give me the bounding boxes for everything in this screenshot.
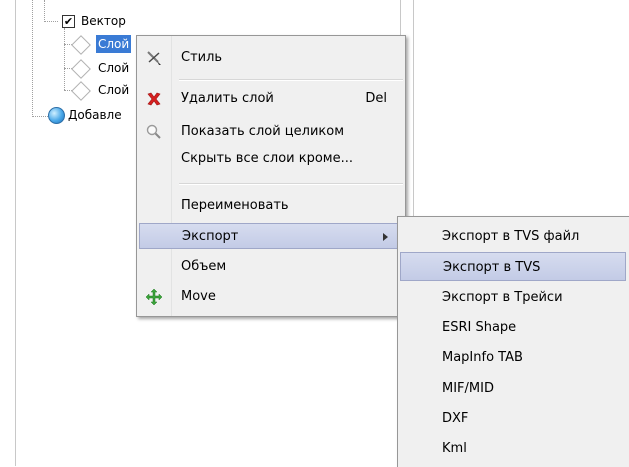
menu-item-rename[interactable]: Переименовать bbox=[139, 193, 403, 219]
export-submenu: Экспорт в TVS файл Экспорт в TVS Экспорт… bbox=[397, 216, 629, 467]
menu-item-export[interactable]: Экспорт bbox=[139, 223, 403, 249]
submenu-item-label: Экспорт в TVS файл bbox=[442, 229, 580, 244]
menu-item-label: Стиль bbox=[181, 50, 223, 65]
submenu-item-label: DXF bbox=[442, 411, 469, 426]
tree-item-label: Вектор bbox=[81, 14, 126, 28]
submenu-item-export-tvs-file[interactable]: Экспорт в TVS файл bbox=[400, 222, 626, 251]
menu-item-label: Объем bbox=[181, 259, 227, 274]
menu-item-label: Скрыть все слои кроме... bbox=[181, 151, 354, 166]
submenu-item-label: Экспорт в Трейси bbox=[442, 290, 563, 305]
menu-item-zoom-to-layer[interactable]: Показать слой целиком bbox=[139, 119, 403, 145]
menu-item-label: Удалить слой bbox=[181, 91, 274, 106]
delete-icon bbox=[145, 90, 163, 108]
layer-diamond-icon bbox=[71, 59, 91, 79]
menu-item-shortcut: Del bbox=[365, 91, 387, 106]
menu-item-label: Показать слой целиком bbox=[181, 124, 345, 139]
brush-icon bbox=[145, 49, 163, 67]
menu-item-volume[interactable]: Объем bbox=[139, 254, 403, 280]
zoom-icon bbox=[145, 123, 163, 141]
tree-connector bbox=[44, 0, 45, 22]
layer-diamond-icon bbox=[71, 81, 91, 101]
tree-item-label: Слой bbox=[98, 61, 130, 75]
tree-item-label: Слой bbox=[96, 35, 132, 53]
layer-diamond-icon bbox=[71, 35, 91, 55]
tree-connector bbox=[64, 28, 65, 90]
menu-item-hide-other-layers[interactable]: Скрыть все слои кроме... bbox=[139, 146, 403, 172]
submenu-item-label: Экспорт в TVS bbox=[443, 260, 541, 275]
submenu-item-export-tracey[interactable]: Экспорт в Трейси bbox=[400, 283, 626, 312]
menu-separator bbox=[179, 183, 403, 185]
tree-connector bbox=[32, 116, 48, 117]
tree-connector bbox=[32, 0, 33, 117]
submenu-arrow-icon bbox=[383, 233, 388, 241]
tree-panel-border-outer bbox=[413, 0, 414, 220]
menu-item-label: Экспорт bbox=[182, 229, 239, 244]
menu-item-move[interactable]: Move bbox=[139, 284, 403, 310]
submenu-item-kml[interactable]: Kml bbox=[400, 434, 626, 463]
menu-separator bbox=[179, 79, 403, 81]
submenu-item-esri-shape[interactable]: ESRI Shape bbox=[400, 313, 626, 342]
tree-connector bbox=[44, 21, 58, 22]
menu-item-label: Переименовать bbox=[181, 198, 289, 213]
submenu-item-label: Kml bbox=[442, 441, 467, 456]
menu-item-style[interactable]: Стиль bbox=[139, 45, 403, 71]
submenu-item-label: MapInfo TAB bbox=[442, 350, 523, 365]
menu-item-label: Move bbox=[181, 289, 216, 304]
layer-context-menu: Стиль Удалить слой Del Показать слой цел… bbox=[136, 35, 406, 317]
move-icon bbox=[145, 288, 163, 306]
tree-item-label: Слой bbox=[98, 83, 130, 97]
submenu-item-mapinfo-tab[interactable]: MapInfo TAB bbox=[400, 343, 626, 372]
submenu-item-dxf[interactable]: DXF bbox=[400, 404, 626, 433]
submenu-item-export-tvs[interactable]: Экспорт в TVS bbox=[400, 252, 626, 281]
submenu-item-mif-mid[interactable]: MIF/MID bbox=[400, 374, 626, 403]
submenu-item-label: MIF/MID bbox=[442, 381, 494, 396]
tree-item-label: Добавле bbox=[68, 108, 122, 122]
globe-icon bbox=[48, 107, 65, 124]
submenu-item-label: ESRI Shape bbox=[442, 320, 517, 335]
menu-item-delete-layer[interactable]: Удалить слой Del bbox=[139, 86, 403, 112]
layer-checkbox[interactable]: ✔ bbox=[62, 15, 75, 28]
